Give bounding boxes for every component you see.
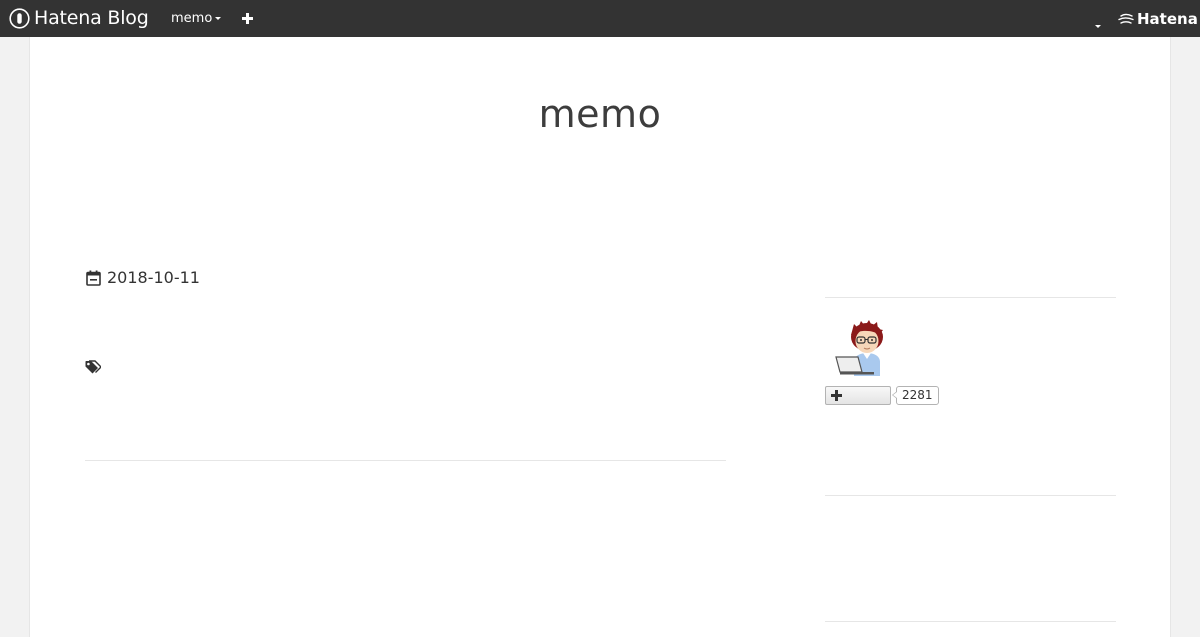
new-entry-button[interactable] — [240, 11, 255, 26]
blog-switcher-menu[interactable]: memo — [171, 10, 222, 27]
sidebar-module-divider — [825, 621, 1116, 622]
hatena-blog-logo[interactable]: Hatena Blog — [9, 6, 149, 31]
global-header: Hatena Blog memo Hatena — [0, 0, 1200, 37]
avatar-illustration-icon — [835, 320, 883, 376]
entry-date-link[interactable]: 2018-10-11 — [107, 268, 200, 288]
hatena-brand-text: Hatena — [1137, 10, 1198, 28]
subscribe-button[interactable] — [825, 386, 891, 405]
calendar-icon — [86, 270, 101, 286]
entry-date: 2018-10-11 — [86, 268, 200, 288]
plus-icon — [242, 13, 253, 24]
hatena-blog-brand-text: Hatena Blog — [34, 7, 149, 29]
blog-switcher-label: memo — [171, 11, 213, 26]
blog-title: memo — [30, 91, 1170, 137]
plus-icon — [831, 390, 842, 401]
tag-icon — [85, 360, 101, 374]
profile-avatar[interactable] — [832, 318, 890, 376]
blog-title-link[interactable]: memo — [539, 92, 662, 136]
chevron-down-icon — [215, 17, 222, 20]
hatena-logo[interactable]: Hatena — [1118, 10, 1198, 28]
hatena-blog-logo-icon — [9, 8, 30, 29]
sidebar-module-divider — [825, 297, 1116, 298]
hatena-logo-icon — [1118, 13, 1134, 24]
user-menu-toggle[interactable] — [1094, 13, 1104, 28]
entry-tags — [85, 360, 101, 375]
subscribe-widget: 2281 — [825, 386, 939, 405]
subscriber-count: 2281 — [892, 386, 939, 405]
blog-container: memo 2018-10-11 2281 — [29, 37, 1171, 637]
chevron-down-icon — [1095, 25, 1101, 28]
entry-footer-divider — [85, 460, 726, 461]
sidebar-module-divider — [825, 495, 1116, 496]
